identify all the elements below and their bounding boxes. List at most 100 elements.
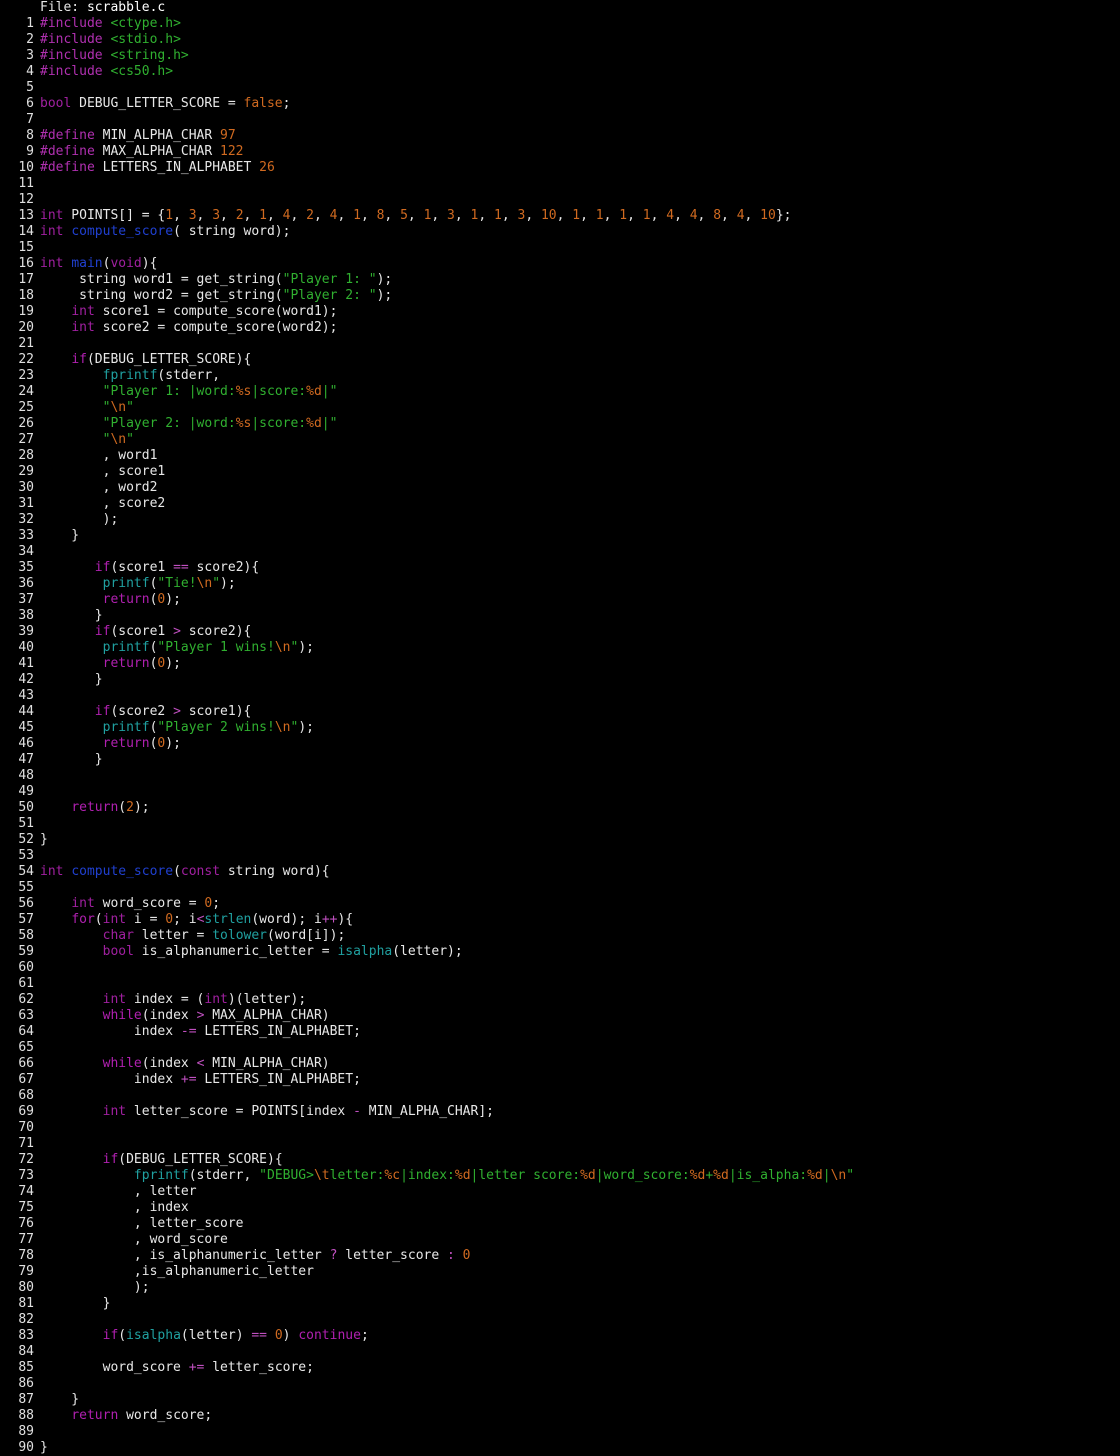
code-line[interactable]: 8 #define MIN_ALPHA_CHAR 97: [0, 128, 1120, 144]
code-line[interactable]: 83 if(isalpha(letter) == 0) continue;: [0, 1328, 1120, 1344]
code-line[interactable]: 11: [0, 176, 1120, 192]
code-line[interactable]: 72 if(DEBUG_LETTER_SCORE){: [0, 1152, 1120, 1168]
code-line[interactable]: 89: [0, 1424, 1120, 1440]
code-line[interactable]: 41 return(0);: [0, 656, 1120, 672]
code-line[interactable]: 58 char letter = tolower(word[i]);: [0, 928, 1120, 944]
code-line[interactable]: 81 }: [0, 1296, 1120, 1312]
code-line[interactable]: 60: [0, 960, 1120, 976]
code-line[interactable]: 74 , letter: [0, 1184, 1120, 1200]
code-line[interactable]: 87 }: [0, 1392, 1120, 1408]
code-line[interactable]: 67 index += LETTERS_IN_ALPHABET;: [0, 1072, 1120, 1088]
code-line[interactable]: 59 bool is_alphanumeric_letter = isalpha…: [0, 944, 1120, 960]
code-line[interactable]: 14 int compute_score( string word);: [0, 224, 1120, 240]
code-line[interactable]: 34: [0, 544, 1120, 560]
code-line[interactable]: 65: [0, 1040, 1120, 1056]
code-line[interactable]: 32 );: [0, 512, 1120, 528]
code-line[interactable]: 79 ,is_alphanumeric_letter: [0, 1264, 1120, 1280]
code-line[interactable]: 16 int main(void){: [0, 256, 1120, 272]
code-line[interactable]: 9 #define MAX_ALPHA_CHAR 122: [0, 144, 1120, 160]
code-token: ": [846, 1168, 855, 1183]
code-line[interactable]: 48: [0, 768, 1120, 784]
code-line[interactable]: 51: [0, 816, 1120, 832]
code-line[interactable]: 28 , word1: [0, 448, 1120, 464]
code-line[interactable]: 73 fprintf(stderr, "DEBUG>\tletter:%c|in…: [0, 1168, 1120, 1184]
code-line[interactable]: 47 }: [0, 752, 1120, 768]
code-line[interactable]: 18 string word2 = get_string("Player 2: …: [0, 288, 1120, 304]
code-line[interactable]: 29 , score1: [0, 464, 1120, 480]
code-line[interactable]: 15: [0, 240, 1120, 256]
code-line[interactable]: 56 int word_score = 0;: [0, 896, 1120, 912]
code-line[interactable]: 7: [0, 112, 1120, 128]
code-line[interactable]: 33 }: [0, 528, 1120, 544]
code-token: index: [40, 1024, 181, 1039]
code-line[interactable]: 90}: [0, 1440, 1120, 1456]
code-line[interactable]: 70: [0, 1120, 1120, 1136]
code-editor[interactable]: 1 #include <ctype.h> 2 #include <stdio.h> 3 #…: [0, 16, 1120, 1456]
code-line[interactable]: 25 "\n": [0, 400, 1120, 416]
code-line[interactable]: 82: [0, 1312, 1120, 1328]
code-line[interactable]: 76 , letter_score: [0, 1216, 1120, 1232]
code-line[interactable]: 49: [0, 784, 1120, 800]
code-line[interactable]: 40 printf("Player 1 wins!\n");: [0, 640, 1120, 656]
code-line[interactable]: 3 #include <string.h>: [0, 48, 1120, 64]
code-line[interactable]: 10 #define LETTERS_IN_ALPHABET 26: [0, 160, 1120, 176]
code-line[interactable]: 80 );: [0, 1280, 1120, 1296]
code-line[interactable]: 77 , word_score: [0, 1232, 1120, 1248]
code-line[interactable]: 22 if(DEBUG_LETTER_SCORE){: [0, 352, 1120, 368]
code-line[interactable]: 30 , word2: [0, 480, 1120, 496]
code-line[interactable]: 39 if(score1 > score2){: [0, 624, 1120, 640]
line-code: );: [40, 512, 1120, 528]
code-line[interactable]: 53: [0, 848, 1120, 864]
code-line[interactable]: 68: [0, 1088, 1120, 1104]
code-line[interactable]: 69 int letter_score = POINTS[index - MIN…: [0, 1104, 1120, 1120]
code-line[interactable]: 44 if(score2 > score1){: [0, 704, 1120, 720]
code-line[interactable]: 21: [0, 336, 1120, 352]
code-line[interactable]: 2 #include <stdio.h>: [0, 32, 1120, 48]
code-line[interactable]: 43: [0, 688, 1120, 704]
code-line[interactable]: 42 }: [0, 672, 1120, 688]
code-line[interactable]: 4 #include <cs50.h>: [0, 64, 1120, 80]
code-line[interactable]: 1 #include <ctype.h>: [0, 16, 1120, 32]
code-line[interactable]: 24 "Player 1: |word:%s|score:%d|": [0, 384, 1120, 400]
code-line[interactable]: 55: [0, 880, 1120, 896]
code-line[interactable]: 78 , is_alphanumeric_letter ? letter_sco…: [0, 1248, 1120, 1264]
code-line[interactable]: 52}: [0, 832, 1120, 848]
code-line[interactable]: 23 fprintf(stderr,: [0, 368, 1120, 384]
code-line[interactable]: 31 , score2: [0, 496, 1120, 512]
code-token: ,: [721, 208, 737, 223]
code-line[interactable]: 19 int score1 = compute_score(word1);: [0, 304, 1120, 320]
line-number: 49: [18, 784, 34, 799]
code-line[interactable]: 13 int POINTS[] = {1, 3, 3, 2, 1, 4, 2, 4…: [0, 208, 1120, 224]
code-line[interactable]: 66 while(index < MIN_ALPHA_CHAR): [0, 1056, 1120, 1072]
code-line[interactable]: 17 string word1 = get_string("Player 1: …: [0, 272, 1120, 288]
code-line[interactable]: 27 "\n": [0, 432, 1120, 448]
code-line[interactable]: 35 if(score1 == score2){: [0, 560, 1120, 576]
line-number: 82: [18, 1312, 34, 1327]
code-line[interactable]: 54 int compute_score(const string word){: [0, 864, 1120, 880]
code-line[interactable]: 86: [0, 1376, 1120, 1392]
code-line[interactable]: 26 "Player 2: |word:%s|score:%d|": [0, 416, 1120, 432]
code-line[interactable]: 37 return(0);: [0, 592, 1120, 608]
code-line[interactable]: 61: [0, 976, 1120, 992]
code-line[interactable]: 45 printf("Player 2 wins!\n");: [0, 720, 1120, 736]
code-line[interactable]: 46 return(0);: [0, 736, 1120, 752]
code-line[interactable]: 85 word_score += letter_score;: [0, 1360, 1120, 1376]
code-token: LETTERS_IN_ALPHABET;: [196, 1024, 361, 1039]
code-line[interactable]: 36 printf("Tie!\n");: [0, 576, 1120, 592]
code-line[interactable]: 75 , index: [0, 1200, 1120, 1216]
code-line[interactable]: 84: [0, 1344, 1120, 1360]
code-line[interactable]: 5: [0, 80, 1120, 96]
code-line[interactable]: 6 bool DEBUG_LETTER_SCORE = false;: [0, 96, 1120, 112]
code-line[interactable]: 50 return(2);: [0, 800, 1120, 816]
code-line[interactable]: 57 for(int i = 0; i<strlen(word); i++){: [0, 912, 1120, 928]
code-line[interactable]: 63 while(index > MAX_ALPHA_CHAR): [0, 1008, 1120, 1024]
code-line[interactable]: 12: [0, 192, 1120, 208]
code-token: );: [40, 1280, 150, 1295]
code-line[interactable]: 62 int index = (int)(letter);: [0, 992, 1120, 1008]
code-line[interactable]: 71: [0, 1136, 1120, 1152]
code-line[interactable]: 20 int score2 = compute_score(word2);: [0, 320, 1120, 336]
code-line[interactable]: 88 return word_score;: [0, 1408, 1120, 1424]
code-line[interactable]: 64 index -= LETTERS_IN_ALPHABET;: [0, 1024, 1120, 1040]
code-line[interactable]: 38 }: [0, 608, 1120, 624]
